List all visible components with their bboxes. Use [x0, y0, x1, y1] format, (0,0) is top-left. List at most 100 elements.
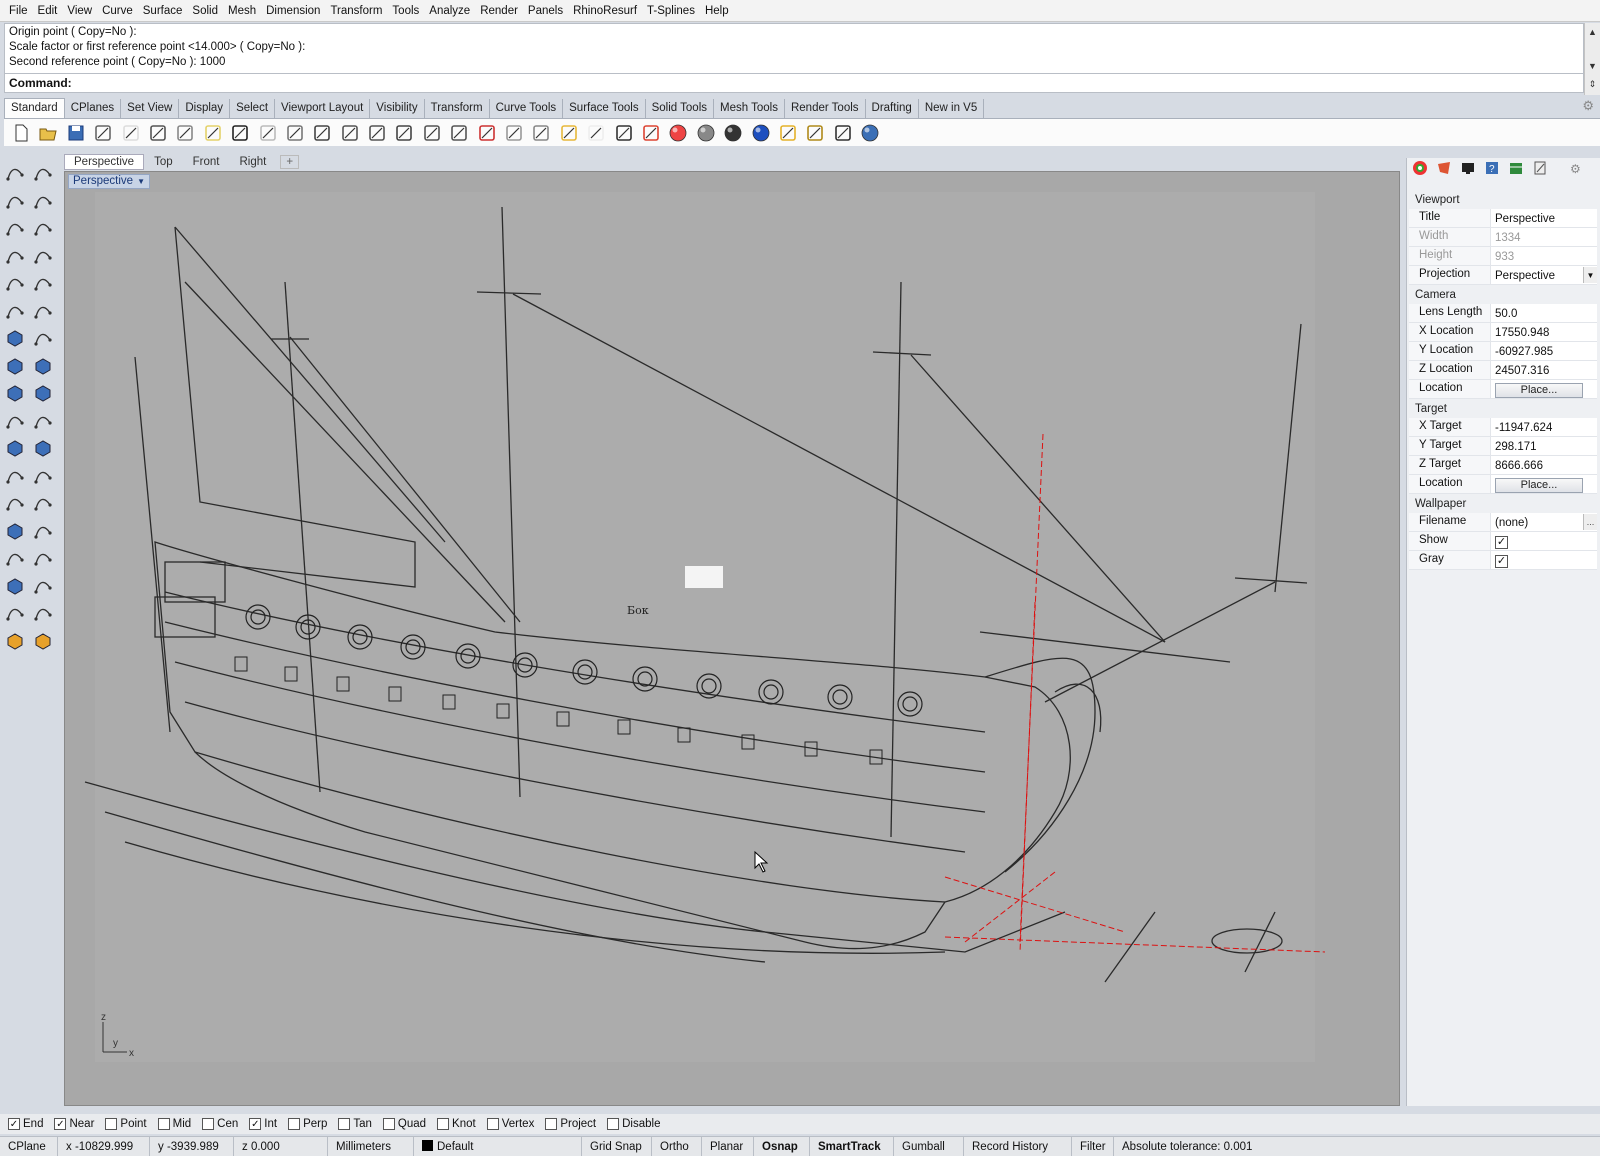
- tab-surface-tools[interactable]: Surface Tools: [563, 99, 646, 118]
- import-icon[interactable]: [120, 122, 142, 144]
- render-icon[interactable]: [4, 630, 26, 652]
- paste-icon[interactable]: [202, 122, 224, 144]
- menu-view[interactable]: View: [62, 0, 97, 22]
- osnap-checkbox[interactable]: [338, 1118, 351, 1130]
- tab-render-tools[interactable]: Render Tools: [785, 99, 866, 118]
- zoom-in-icon[interactable]: [311, 122, 333, 144]
- grid-snap-toggle[interactable]: Grid Snap: [582, 1136, 652, 1156]
- menu-edit[interactable]: Edit: [33, 0, 63, 22]
- light-icon[interactable]: [585, 122, 607, 144]
- menu-help[interactable]: Help: [700, 0, 734, 22]
- rectangle-icon[interactable]: [32, 245, 54, 267]
- gumball-toggle[interactable]: Gumball: [894, 1136, 964, 1156]
- osnap-checkbox[interactable]: ✓: [54, 1118, 67, 1130]
- transform-icon[interactable]: [32, 575, 54, 597]
- planar-toggle[interactable]: Planar: [702, 1136, 754, 1156]
- osnap-checkbox[interactable]: ✓: [249, 1118, 262, 1130]
- tab-perspective[interactable]: Perspective: [64, 154, 145, 170]
- osnap-mid[interactable]: Mid: [157, 1118, 191, 1130]
- browse-button[interactable]: …: [1583, 514, 1597, 530]
- tab-drafting[interactable]: Drafting: [866, 99, 919, 118]
- osnap-knot[interactable]: Knot: [437, 1118, 476, 1130]
- osnap-checkbox[interactable]: [437, 1118, 450, 1130]
- perspective-viewport[interactable]: Perspective ▼ Бок z y x: [64, 171, 1400, 1106]
- fillet-icon[interactable]: [4, 465, 26, 487]
- tab-display[interactable]: Display: [179, 99, 231, 118]
- cut-icon[interactable]: [147, 122, 169, 144]
- filter-icon[interactable]: [777, 122, 799, 144]
- array-icon[interactable]: [4, 520, 26, 542]
- osnap-tan[interactable]: Tan: [338, 1118, 372, 1130]
- select-arrow-icon[interactable]: [4, 162, 26, 184]
- block-icon[interactable]: [4, 547, 26, 569]
- tab-mesh-tools[interactable]: Mesh Tools: [714, 99, 785, 118]
- toolbar-options-icon[interactable]: ⚙: [1582, 98, 1594, 114]
- sphere-blue-icon[interactable]: [750, 122, 772, 144]
- sphere-gray-icon[interactable]: [695, 122, 717, 144]
- property-value[interactable]: 50.0: [1495, 308, 1517, 320]
- command-line[interactable]: Command:: [4, 74, 1584, 93]
- open-icon[interactable]: [37, 122, 59, 144]
- command-scrollbar[interactable]: ▲ ▼ ⇕: [1584, 23, 1600, 95]
- circle-tool-icon[interactable]: [4, 217, 26, 239]
- property-value[interactable]: (none): [1495, 517, 1528, 529]
- settings-icon[interactable]: [804, 122, 826, 144]
- analyze-icon[interactable]: [4, 602, 26, 624]
- osnap-vertex[interactable]: Vertex: [486, 1118, 534, 1130]
- menu-solid[interactable]: Solid: [187, 0, 223, 22]
- smarttrack-toggle[interactable]: SmartTrack: [810, 1136, 894, 1156]
- rotate-icon[interactable]: [421, 122, 443, 144]
- four-viewports-icon[interactable]: [448, 122, 470, 144]
- ellipse-icon[interactable]: [32, 217, 54, 239]
- loft-icon[interactable]: [32, 300, 54, 322]
- osnap-point[interactable]: Point: [105, 1118, 147, 1130]
- viewport-title[interactable]: Perspective ▼: [68, 174, 151, 189]
- mesh-icon[interactable]: [4, 437, 26, 459]
- status-units[interactable]: Millimeters: [328, 1136, 414, 1156]
- display-icon[interactable]: [1460, 160, 1476, 179]
- menu-mesh[interactable]: Mesh: [223, 0, 261, 22]
- help-icon[interactable]: [859, 122, 881, 144]
- cylinder-icon[interactable]: [4, 355, 26, 377]
- osnap-checkbox[interactable]: [545, 1118, 558, 1130]
- help-panel-icon[interactable]: ?: [1484, 160, 1500, 179]
- material-icon[interactable]: [1436, 160, 1452, 179]
- zoom-selected-icon[interactable]: [393, 122, 415, 144]
- osnap-project[interactable]: Project: [545, 1118, 596, 1130]
- tab-transform[interactable]: Transform: [425, 99, 490, 118]
- menu-transform[interactable]: Transform: [325, 0, 387, 22]
- tab-cplanes[interactable]: CPlanes: [65, 99, 122, 118]
- osnap-disable[interactable]: Disable: [607, 1118, 660, 1130]
- osnap-int[interactable]: ✓ Int: [249, 1118, 277, 1130]
- osnap-checkbox[interactable]: [105, 1118, 118, 1130]
- copy-icon[interactable]: [174, 122, 196, 144]
- menu-render[interactable]: Render: [475, 0, 523, 22]
- text-icon[interactable]: [4, 492, 26, 514]
- undo-icon[interactable]: [229, 122, 251, 144]
- tab-front[interactable]: Front: [183, 154, 230, 170]
- menu-surface[interactable]: Surface: [138, 0, 188, 22]
- property-value[interactable]: 17550.948: [1495, 327, 1549, 339]
- color-wheel-icon[interactable]: [667, 122, 689, 144]
- zoom-extents-icon[interactable]: [366, 122, 388, 144]
- tab-curve-tools[interactable]: Curve Tools: [490, 99, 564, 118]
- offset-icon[interactable]: [32, 465, 54, 487]
- fillet-curve-icon[interactable]: [32, 272, 54, 294]
- property-value[interactable]: -60927.985: [1495, 346, 1553, 358]
- material-tool-icon[interactable]: [32, 630, 54, 652]
- layer-icon[interactable]: [558, 122, 580, 144]
- scale-icon[interactable]: [32, 492, 54, 514]
- polyline-icon[interactable]: [4, 190, 26, 212]
- osnap-checkbox[interactable]: ✓: [8, 1118, 20, 1130]
- extrude-icon[interactable]: [32, 355, 54, 377]
- circle-icon[interactable]: [530, 122, 552, 144]
- property-value[interactable]: 8666.666: [1495, 460, 1543, 472]
- shaded-icon[interactable]: [503, 122, 525, 144]
- tab-solid-tools[interactable]: Solid Tools: [646, 99, 714, 118]
- chevron-down-icon[interactable]: ▼: [137, 174, 145, 189]
- property-value[interactable]: 298.171: [1495, 441, 1537, 453]
- boolean-union-icon[interactable]: [4, 382, 26, 404]
- layers-icon[interactable]: [1508, 160, 1524, 179]
- gray-checkbox[interactable]: ✓: [1495, 554, 1508, 568]
- osnap-cen[interactable]: Cen: [202, 1118, 238, 1130]
